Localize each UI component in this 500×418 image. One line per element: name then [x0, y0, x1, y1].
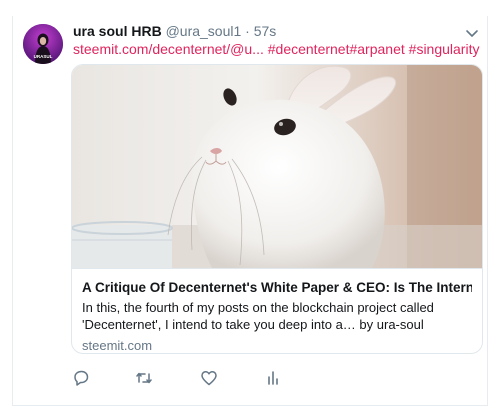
- tweet-text: steemit.com/decenternet/@u... #decentern…: [73, 40, 479, 59]
- card-image-rabbit[interactable]: [72, 65, 482, 268]
- link-card[interactable]: A Critique Of Decenternet's White Paper …: [71, 64, 483, 354]
- separator-dot: ·: [245, 23, 250, 39]
- card-description: In this, the fourth of my posts on the b…: [82, 300, 434, 332]
- hashtag-link[interactable]: #singularity: [409, 41, 480, 57]
- display-name[interactable]: ura soul HRB: [73, 23, 162, 39]
- tweet-url-link[interactable]: steemit.com/decenternet/@u...: [73, 41, 264, 57]
- card-title[interactable]: A Critique Of Decenternet's White Paper …: [82, 279, 472, 296]
- timestamp[interactable]: 57s: [254, 23, 277, 39]
- tweet[interactable]: URASUL ura soul HRB @ura_soul1 · 57s ste…: [0, 0, 500, 418]
- avatar[interactable]: URASUL: [23, 24, 63, 64]
- retweet-icon[interactable]: [134, 368, 154, 388]
- hashtag-link[interactable]: #decenternet: [268, 41, 350, 57]
- like-icon[interactable]: [199, 368, 219, 388]
- hashtag-link[interactable]: #arpanet: [349, 41, 404, 57]
- tweet-actions: [71, 368, 331, 388]
- reply-icon[interactable]: [71, 368, 91, 388]
- card-domain: steemit.com: [82, 338, 153, 353]
- user-handle[interactable]: @ura_soul1: [166, 23, 242, 39]
- analytics-icon[interactable]: [263, 368, 283, 388]
- card-body[interactable]: A Critique Of Decenternet's White Paper …: [72, 268, 482, 353]
- avatar-label: URASUL: [34, 54, 53, 59]
- tweet-header: ura soul HRB @ura_soul1 · 57s: [73, 21, 276, 41]
- chevron-down-icon[interactable]: [465, 26, 479, 40]
